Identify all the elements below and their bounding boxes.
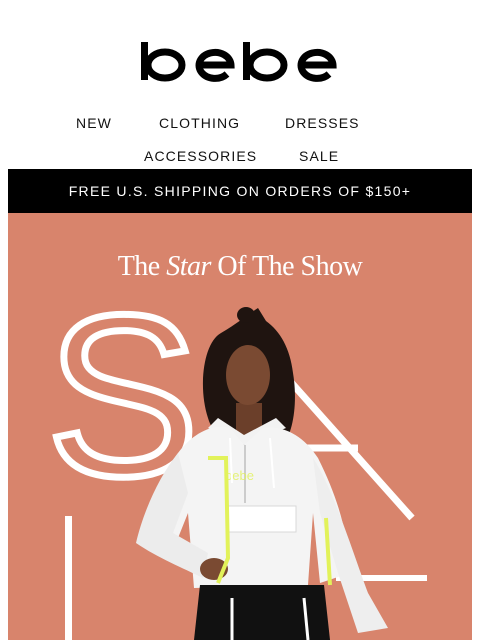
free-shipping-banner[interactable]: FREE U.S. SHIPPING ON ORDERS OF $150+ (8, 169, 472, 213)
hero-title-star: Star (166, 251, 211, 282)
hero-sale-image[interactable]: S bebe The Star Of The Show (8, 213, 472, 640)
jacket-logo-text: bebe (225, 468, 254, 483)
nav-link-new[interactable]: NEW (76, 115, 112, 131)
brand-logo[interactable]: bebe (0, 36, 480, 86)
free-shipping-text: FREE U.S. SHIPPING ON ORDERS OF $150+ (68, 183, 412, 199)
bebe-logo-mark: bebe (141, 42, 337, 82)
nav-link-clothing[interactable]: CLOTHING (159, 115, 240, 131)
nav-link-sale[interactable]: SALE (299, 148, 339, 164)
hero-title: The Star Of The Show (117, 251, 363, 282)
main-nav-row-2: ACCESSORIES SALE (0, 148, 480, 166)
nav-link-dresses[interactable]: DRESSES (285, 115, 360, 131)
sale-letter-l (65, 516, 72, 640)
nav-link-accessories[interactable]: ACCESSORIES (144, 148, 257, 164)
main-nav-row-1: NEW CLOTHING DRESSES (0, 115, 480, 133)
